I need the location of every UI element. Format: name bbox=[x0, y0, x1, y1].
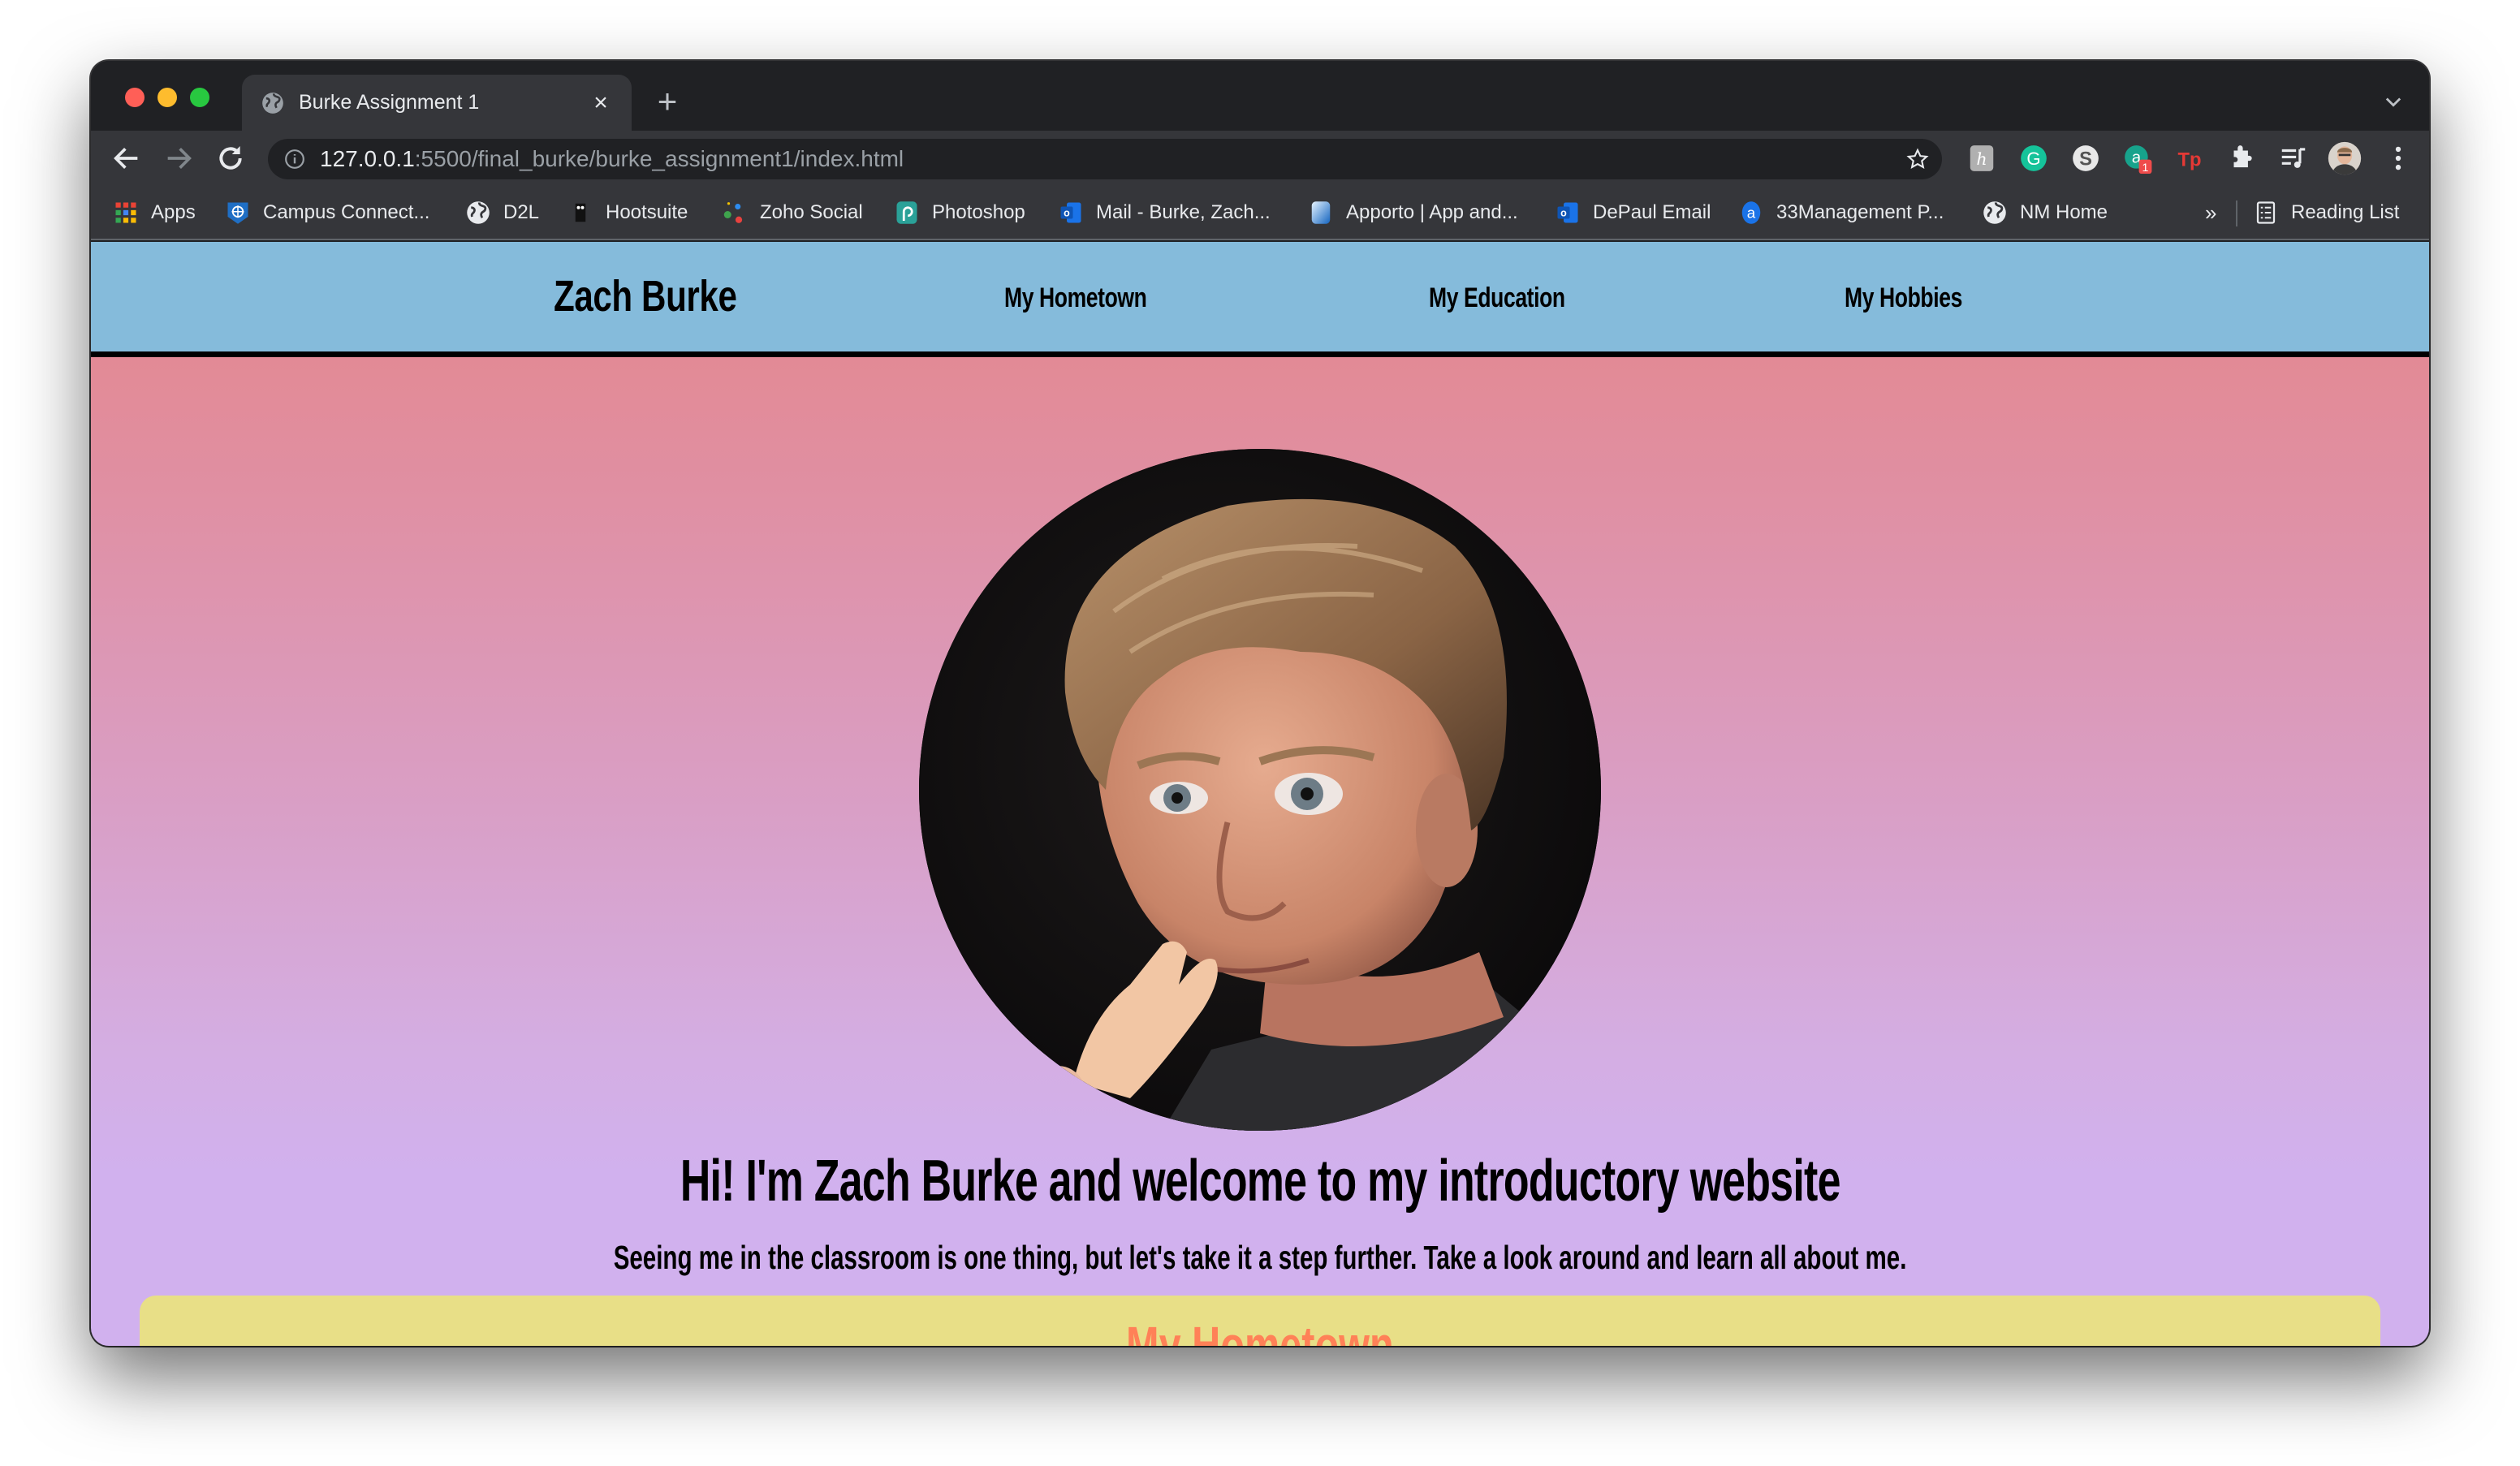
headline-wrap: Hi! I'm Zach Burke and welcome to my int… bbox=[91, 1148, 2429, 1214]
zoom-window-button[interactable] bbox=[190, 88, 209, 107]
bookmark-star-icon[interactable] bbox=[1906, 148, 1929, 170]
bookmarks-divider bbox=[2236, 200, 2237, 226]
bookmark-label: Photoshop bbox=[932, 201, 1025, 223]
portrait-illustration bbox=[919, 449, 1601, 1131]
globe-icon bbox=[1983, 201, 2006, 224]
bookmark-label: 33Management P... bbox=[1776, 201, 1944, 223]
nav-link-education[interactable]: My Education bbox=[1429, 282, 1565, 314]
site-nav: Zach Burke My Hometown My Education My H… bbox=[91, 242, 2429, 357]
apps-grid-icon bbox=[115, 202, 136, 223]
bookmark-label: Apporto | App and... bbox=[1346, 201, 1518, 223]
hometown-section: My Hometown bbox=[140, 1296, 2380, 1346]
svg-text:Tp: Tp bbox=[2177, 149, 2201, 171]
bookmark-label: Zoho Social bbox=[760, 201, 863, 223]
apporto-icon bbox=[1311, 201, 1331, 224]
new-tab-button[interactable]: + bbox=[651, 84, 684, 119]
svg-text:o: o bbox=[1064, 207, 1070, 218]
reading-list-label: Reading List bbox=[2291, 201, 2400, 223]
bookmark-label: DePaul Email bbox=[1593, 201, 1711, 223]
chrome-menu-icon[interactable] bbox=[2388, 143, 2408, 174]
outlook-icon: o bbox=[1557, 202, 1578, 223]
back-arrow-icon[interactable] bbox=[110, 142, 143, 175]
bookmark-photoshop[interactable]: Photoshop bbox=[895, 199, 1025, 226]
extensions-puzzle-icon[interactable] bbox=[2226, 143, 2257, 174]
bookmark-depaul-email[interactable]: o DePaul Email bbox=[1556, 199, 1711, 226]
site-info-icon[interactable] bbox=[284, 149, 305, 170]
bookmark-campus-connect[interactable]: Campus Connect... bbox=[226, 199, 429, 226]
bookmark-label: Hootsuite bbox=[606, 201, 688, 223]
forward-arrow-icon[interactable] bbox=[162, 142, 195, 175]
svg-text:G: G bbox=[2026, 149, 2040, 169]
bookmark-apps[interactable]: Apps bbox=[114, 199, 196, 226]
globe-icon bbox=[262, 92, 283, 114]
svg-text:o: o bbox=[1560, 207, 1567, 218]
nav-link-hobbies[interactable]: My Hobbies bbox=[1845, 282, 1962, 314]
tab-strip: Burke Assignment 1 × + bbox=[91, 61, 2429, 131]
campus-connect-icon bbox=[227, 202, 248, 224]
hometown-section-title: My Hometown bbox=[1126, 1316, 1394, 1346]
close-tab-icon[interactable]: × bbox=[589, 90, 612, 114]
hootsuite-icon bbox=[575, 203, 586, 222]
tab-burke-assignment[interactable]: Burke Assignment 1 × bbox=[242, 75, 632, 131]
site-brand[interactable]: Zach Burke bbox=[554, 271, 737, 321]
zoho-icon bbox=[723, 202, 743, 223]
page-subheadline: Seeing me in the classroom is one thing,… bbox=[613, 1239, 1907, 1276]
svg-text:a: a bbox=[1747, 204, 1756, 221]
bookmark-label: Mail - Burke, Zach... bbox=[1096, 201, 1271, 223]
bookmarks-overflow-button[interactable]: » bbox=[2205, 199, 2216, 226]
reading-list-button[interactable]: Reading List bbox=[2254, 199, 2399, 226]
bookmark-zoho-social[interactable]: Zoho Social bbox=[723, 199, 863, 226]
outlook-icon: o bbox=[1060, 202, 1081, 223]
reading-list-icon bbox=[2256, 201, 2276, 224]
bookmarks-bar: Apps Campus Connect... D2L Hootsuite Zoh… bbox=[91, 186, 2429, 240]
globe-icon bbox=[467, 201, 490, 224]
bookmark-label: Apps bbox=[151, 201, 196, 223]
bookmark-apporto[interactable]: Apporto | App and... bbox=[1309, 199, 1518, 226]
address-bar[interactable]: 127.0.0.1:5500/final_burke/burke_assignm… bbox=[268, 139, 1942, 179]
tab-search-chevron-icon[interactable] bbox=[2382, 90, 2405, 113]
minimize-window-button[interactable] bbox=[158, 88, 177, 107]
browser-window: Burke Assignment 1 × + 127.0.0.1:5500/fi… bbox=[91, 61, 2429, 1346]
media-controls-icon[interactable] bbox=[2278, 143, 2309, 174]
s-extension-icon[interactable]: S bbox=[2070, 143, 2101, 174]
honey-extension-icon[interactable]: h bbox=[1966, 143, 1997, 174]
profile-avatar[interactable] bbox=[2327, 140, 2362, 176]
url-host: 127.0.0.1 bbox=[320, 146, 415, 171]
nav-link-hometown[interactable]: My Hometown bbox=[1004, 282, 1147, 314]
bookmark-nm-home[interactable]: NM Home bbox=[1983, 199, 2108, 226]
close-window-button[interactable] bbox=[125, 88, 145, 107]
bookmark-label: Campus Connect... bbox=[263, 201, 430, 223]
bookmark-hootsuite[interactable]: Hootsuite bbox=[568, 199, 688, 226]
a-circle-icon: a bbox=[1741, 201, 1761, 224]
bookmark-33management[interactable]: a 33Management P... bbox=[1739, 199, 1944, 226]
toolbar: 127.0.0.1:5500/final_burke/burke_assignm… bbox=[91, 131, 2429, 186]
photoshop-icon bbox=[896, 201, 917, 224]
tp-extension-icon[interactable]: Tp bbox=[2174, 143, 2205, 174]
page-viewport: Zach Burke My Hometown My Education My H… bbox=[91, 242, 2429, 1346]
page-headline: Hi! I'm Zach Burke and welcome to my int… bbox=[680, 1149, 1841, 1214]
a-extension-icon[interactable]: a1 bbox=[2122, 143, 2153, 175]
bookmark-d2l[interactable]: D2L bbox=[466, 199, 539, 226]
portrait-photo bbox=[919, 449, 1601, 1131]
extension-badge: 1 bbox=[2142, 162, 2149, 174]
url-path: :5500/final_burke/burke_assignment1/inde… bbox=[414, 146, 904, 171]
bookmark-label: NM Home bbox=[2020, 201, 2108, 223]
bookmark-label: D2L bbox=[503, 201, 540, 223]
bookmark-mail[interactable]: o Mail - Burke, Zach... bbox=[1059, 199, 1271, 226]
reload-icon[interactable] bbox=[214, 142, 247, 175]
subheadline-wrap: Seeing me in the classroom is one thing,… bbox=[91, 1239, 2429, 1277]
svg-text:h: h bbox=[1976, 149, 1987, 169]
svg-text:S: S bbox=[2079, 149, 2092, 170]
tab-title: Burke Assignment 1 bbox=[299, 91, 480, 114]
grammarly-extension-icon[interactable]: G bbox=[2018, 143, 2049, 174]
